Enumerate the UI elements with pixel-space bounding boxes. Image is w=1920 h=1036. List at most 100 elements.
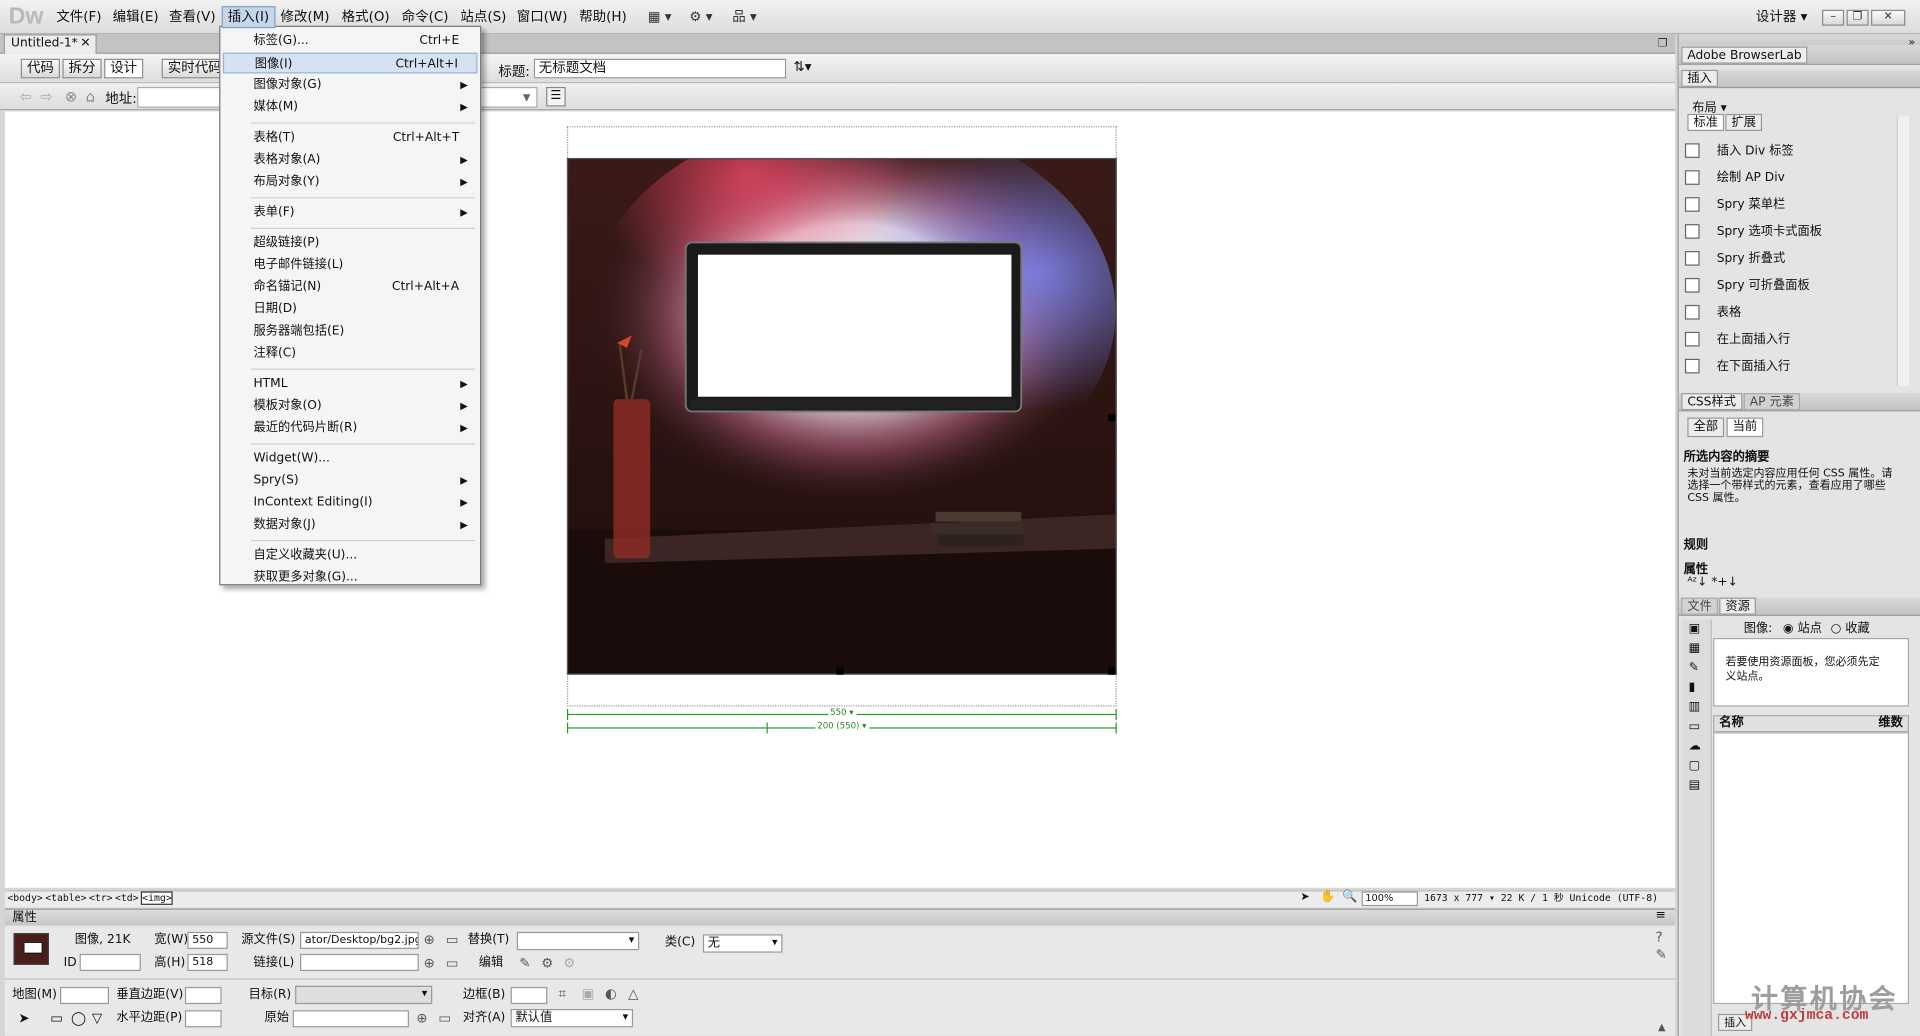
layout-icon[interactable]: ▦ ▾ xyxy=(648,6,672,28)
ap-elements-tab[interactable]: AP 元素 xyxy=(1743,393,1801,411)
insert-menu-item[interactable]: Spry(S) ▶ xyxy=(223,470,478,491)
insert-menu-item[interactable]: 标签(G)... Ctrl+E xyxy=(223,31,478,52)
insert-item-1[interactable]: 绘制 AP Div xyxy=(1684,165,1893,192)
border-input[interactable] xyxy=(510,986,548,1005)
menu-8[interactable]: 窗口(W) xyxy=(512,6,573,28)
tag-img[interactable]: <img> xyxy=(141,891,173,905)
insert-item-6[interactable]: 表格 xyxy=(1684,300,1893,327)
minimize-button[interactable]: – xyxy=(1822,9,1845,26)
help-icon[interactable]: ? xyxy=(1656,930,1663,946)
zoom-tool-icon[interactable]: 🔍 xyxy=(1342,890,1357,903)
favorites-radio[interactable]: ○ 收藏 xyxy=(1831,617,1870,635)
tag-body[interactable]: <body> xyxy=(7,893,42,904)
class-select[interactable]: 无 xyxy=(702,934,783,953)
insert-menu-item[interactable]: 数据对象(J) ▶ xyxy=(223,514,478,535)
insert-item-0[interactable]: 插入 Div 标签 xyxy=(1684,138,1893,165)
menu-0[interactable]: 文件(F) xyxy=(51,6,106,28)
asset-category-icon[interactable]: ✎ xyxy=(1689,661,1699,674)
assets-tab[interactable]: 资源 xyxy=(1719,597,1756,615)
collapse-icon[interactable]: ▲ xyxy=(1658,1020,1666,1035)
asset-category-icon[interactable]: ▥ xyxy=(1689,700,1701,713)
insert-menu-item[interactable]: 超级链接(P) xyxy=(223,233,478,254)
files-tab[interactable]: 文件 xyxy=(1681,597,1718,615)
rect-hotspot-icon[interactable]: ▭ xyxy=(50,1010,63,1026)
view-design-button[interactable]: 设计 xyxy=(104,58,144,79)
view-code-button[interactable]: 代码 xyxy=(20,58,61,79)
title-input[interactable]: 无标题文档 xyxy=(533,58,787,79)
insert-menu-item[interactable]: 布局对象(Y) ▶ xyxy=(223,171,478,192)
menu-5[interactable]: 格式(O) xyxy=(337,6,395,28)
hand-tool-icon[interactable]: ✋ xyxy=(1320,890,1335,903)
tag-tr[interactable]: <tr> xyxy=(89,893,113,904)
asset-category-icon[interactable]: ▤ xyxy=(1689,779,1701,792)
link-folder-icon[interactable]: ▭ xyxy=(446,956,459,971)
insert-menu-item[interactable]: HTML ▶ xyxy=(223,373,478,394)
insert-item-4[interactable]: Spry 折叠式 xyxy=(1684,246,1893,273)
src-input[interactable]: ator/Desktop/bg2.jpg xyxy=(300,931,419,949)
insert-menu-item[interactable]: 自定义收藏夹(U)... xyxy=(223,545,478,566)
insert-item-3[interactable]: Spry 选项卡式面板 xyxy=(1684,219,1893,246)
css-styles-tab[interactable]: CSS样式 xyxy=(1681,393,1743,411)
link-point-icon[interactable]: ⊕ xyxy=(424,956,435,971)
back-icon[interactable]: ⇦ xyxy=(20,88,32,105)
menu-3[interactable]: 插入(I) xyxy=(221,6,276,29)
orig-point-icon[interactable]: ⊕ xyxy=(416,1011,427,1026)
insert-menu-item[interactable]: 模板对象(O) ▶ xyxy=(223,396,478,417)
insert-scrollbar[interactable] xyxy=(1896,116,1909,386)
menu-2[interactable]: 查看(V) xyxy=(164,6,220,28)
alt-select[interactable] xyxy=(516,931,640,951)
css-current-button[interactable]: 当前 xyxy=(1726,417,1764,438)
insert-tab[interactable]: 插入 xyxy=(1681,69,1718,87)
insert-menu-item[interactable]: 电子邮件链接(L) xyxy=(223,255,478,276)
tag-table[interactable]: <table> xyxy=(45,893,86,904)
close-button[interactable]: ✕ xyxy=(1871,9,1906,26)
view-split-button[interactable]: 拆分 xyxy=(62,58,102,79)
insert-menu-item[interactable]: InContext Editing(I) ▶ xyxy=(223,492,478,513)
asset-category-icon[interactable]: ▢ xyxy=(1689,759,1701,772)
insert-menu-item[interactable]: 表格对象(A) ▶ xyxy=(223,149,478,170)
selected-image[interactable] xyxy=(566,157,1117,675)
align-select[interactable]: 默认值 xyxy=(510,1008,634,1028)
site-icon[interactable]: 品 ▾ xyxy=(732,6,757,28)
menu-6[interactable]: 命令(C) xyxy=(397,6,454,28)
browse-folder-icon[interactable]: ▭ xyxy=(446,932,459,948)
address-dropdown-icon[interactable]: ▼ xyxy=(523,87,538,108)
insert-menu-item[interactable]: 日期(D) xyxy=(223,299,478,320)
insert-menu-item[interactable]: 图像(I) Ctrl+Alt+I xyxy=(222,52,478,74)
insert-item-2[interactable]: Spry 菜单栏 xyxy=(1684,192,1893,219)
tag-td[interactable]: <td> xyxy=(115,893,139,904)
menu-4[interactable]: 修改(M) xyxy=(276,6,335,28)
forward-icon[interactable]: ⇨ xyxy=(40,88,52,105)
pointer-tool-icon[interactable]: ➤ xyxy=(1300,891,1309,903)
menu-7[interactable]: 站点(S) xyxy=(456,6,512,28)
hspace-input[interactable] xyxy=(184,1010,222,1028)
insert-menu-item[interactable]: 最近的代码片断(R) ▶ xyxy=(223,418,478,439)
az-sort-icon[interactable]: ᴬᶻ↓ *+↓ xyxy=(1687,576,1738,589)
circle-hotspot-icon[interactable]: ◯ xyxy=(71,1010,86,1026)
asset-category-icon[interactable]: ☁ xyxy=(1689,740,1701,753)
home-icon[interactable]: ⌂ xyxy=(86,88,95,105)
asset-category-icon[interactable]: ▣ xyxy=(1689,622,1701,635)
tab-expanded[interactable]: 扩展 xyxy=(1725,113,1763,132)
column-width-ruler[interactable]: 200 (550) ▾ xyxy=(566,720,1117,734)
insert-menu-item[interactable]: 媒体(M) ▶ xyxy=(223,97,478,118)
restore-button[interactable]: ❐ xyxy=(1846,9,1869,26)
file-management-icon[interactable]: ⇅▾ xyxy=(793,59,811,75)
asset-category-icon[interactable]: ▮ xyxy=(1689,681,1696,694)
insert-menu-item[interactable]: 命名锚记(N) Ctrl+Alt+A xyxy=(223,277,478,298)
insert-menu-item[interactable]: 图像对象(G) ▶ xyxy=(223,75,478,96)
resize-handle-bottom[interactable] xyxy=(836,667,844,675)
workspace-switcher[interactable]: 设计器 ▾ xyxy=(1756,7,1807,27)
optimize-icon[interactable]: ⚙ xyxy=(541,956,553,971)
insert-item-8[interactable]: 在下面插入行 xyxy=(1684,354,1893,381)
zoom-select[interactable]: 100% xyxy=(1361,891,1418,907)
pointer-hotspot-icon[interactable]: ➤ xyxy=(18,1010,29,1026)
original-input[interactable] xyxy=(292,1010,409,1028)
sharpen-icon[interactable]: △ xyxy=(628,986,638,1002)
brightness-icon[interactable]: ◐ xyxy=(605,986,617,1002)
vspace-input[interactable] xyxy=(184,986,222,1005)
layout-category[interactable]: 布局 ▾ xyxy=(1692,97,1727,115)
insert-menu-item[interactable]: Widget(W)... xyxy=(223,448,478,469)
edit-pencil-icon[interactable]: ✎ xyxy=(519,956,530,971)
menu-9[interactable]: 帮助(H) xyxy=(574,6,631,28)
